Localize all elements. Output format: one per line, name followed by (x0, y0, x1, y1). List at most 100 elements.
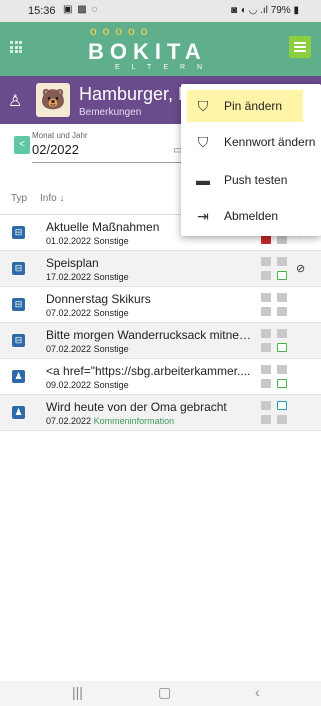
read-icon (277, 271, 287, 280)
child-name: Hamburger, P (79, 84, 191, 104)
shield-icon: ⛉ (197, 134, 209, 150)
status-box-icon (277, 329, 287, 338)
message-type-icon: ⊟ (12, 334, 25, 347)
read-icon (277, 379, 287, 388)
system-nav-bar: ||| ▢ ‹ (0, 681, 321, 706)
status-box-icon (261, 401, 271, 410)
row-title: Wird heute von der Oma gebracht (46, 400, 227, 414)
row-category: Sonstige (93, 344, 129, 354)
app-logo: ooooo BOKITA ELTERN (80, 24, 240, 74)
status-box-icon (277, 415, 287, 424)
row-meta: 07.02.2022 Kommeninformation (46, 416, 174, 426)
warning-icon (261, 235, 271, 244)
status-box-icon (261, 379, 271, 388)
status-box-icon (277, 235, 287, 244)
status-box-icon (277, 365, 287, 374)
row-title: Bitte morgen Wanderrucksack mitneh... (46, 328, 254, 342)
hamburger-menu-button[interactable] (289, 36, 311, 58)
status-box-icon (261, 329, 271, 338)
row-title: <a href="https://sbg.arbeiterkammer.... (46, 364, 251, 378)
message-type-icon: ⊟ (12, 262, 25, 275)
recent-apps-button[interactable]: ||| (72, 684, 83, 700)
row-category: Sonstige (93, 272, 129, 282)
table-row[interactable]: ⊟ Bitte morgen Wanderrucksack mitneh... … (0, 323, 321, 359)
person-type-icon: ♟ (12, 406, 25, 419)
row-date: 17.02.2022 (46, 272, 92, 282)
table-row[interactable]: ⊟ Speisplan 17.02.2022 Sonstige ⊘ (0, 251, 321, 287)
app-header: ooooo BOKITA ELTERN (0, 22, 321, 76)
column-type: Typ (11, 193, 28, 204)
message-type-icon: ⊟ (12, 226, 25, 239)
logout-icon: ⇥ (197, 208, 209, 224)
row-meta: 17.02.2022 Sonstige (46, 272, 129, 282)
person-type-icon: ♟ (12, 370, 25, 383)
row-title: Aktuelle Maßnahmen (46, 220, 160, 234)
month-year-label: Monat und Jahr (32, 131, 88, 140)
row-category: Sonstige (93, 308, 129, 318)
messages-list: ⊟ Aktuelle Maßnahmen 01.02.2022 Sonstige… (0, 215, 321, 431)
status-box-icon (261, 307, 271, 316)
status-box-icon (261, 343, 271, 352)
status-box-icon (277, 307, 287, 316)
menu-item-abmelden[interactable]: ⇥ Abmelden (181, 200, 321, 232)
settings-dropdown-menu: ⛉ Pin ändern ⛉ Kennwort ändern ▬ Push te… (181, 84, 321, 236)
menu-item-label: Push testen (224, 173, 288, 187)
phone-screen: 15:36 ▣ ▩ ◌ ◙ ◖ ◡ .ıl 79% ▮ ooooo BOKITA… (0, 0, 321, 706)
menu-item-label: Pin ändern (224, 99, 283, 113)
status-box-icon (261, 365, 271, 374)
battery-percent: 79% (270, 5, 291, 16)
menu-item-kennwort-aendern[interactable]: ⛉ Kennwort ändern (181, 126, 321, 158)
row-date: 09.02.2022 (46, 380, 92, 390)
status-bar: 15:36 ▣ ▩ ◌ ◙ ◖ ◡ .ıl 79% ▮ (0, 0, 321, 22)
apps-grid-icon[interactable] (10, 41, 22, 53)
row-title: Speisplan (46, 256, 99, 270)
row-date: 07.02.2022 (46, 416, 92, 426)
chat-icon: ▬ (196, 172, 210, 188)
status-box-icon (277, 257, 287, 266)
logo-faces: ooooo (90, 24, 154, 38)
logo-subtitle: ELTERN (115, 64, 215, 71)
row-date: 07.02.2022 (46, 344, 92, 354)
avatar: 🐻 (36, 83, 70, 117)
row-meta: 09.02.2022 Sonstige (46, 380, 129, 390)
child-settings-icon[interactable]: ♙ (8, 91, 22, 111)
status-box-icon (261, 415, 271, 424)
row-category: Kommeninformation (93, 416, 175, 426)
menu-item-label: Abmelden (224, 209, 279, 223)
column-info-sort[interactable]: Info ↓ (40, 193, 64, 204)
status-box-icon (261, 257, 271, 266)
status-right: ◙ ◖ ◡ .ıl 79% ▮ (231, 5, 299, 16)
menu-item-label: Kennwort ändern (224, 135, 316, 149)
row-date: 07.02.2022 (46, 308, 92, 318)
status-box-icon (261, 271, 271, 280)
battery-icon: ▮ (293, 5, 299, 16)
shield-icon: ⛉ (197, 98, 209, 114)
row-category: Sonstige (93, 380, 129, 390)
table-row[interactable]: ♟ Wird heute von der Oma gebracht 07.02.… (0, 395, 321, 431)
attachment-icon[interactable]: ⊘ (296, 262, 305, 275)
row-meta: 01.02.2022 Sonstige (46, 236, 129, 246)
row-date: 01.02.2022 (46, 236, 92, 246)
status-box-icon (277, 293, 287, 302)
logo-word: BOKITA (88, 39, 207, 64)
menu-item-pin-aendern[interactable]: ⛉ Pin ändern (187, 90, 303, 122)
previous-month-button[interactable]: < (14, 136, 30, 154)
row-meta: 07.02.2022 Sonstige (46, 308, 129, 318)
back-button[interactable]: ‹ (255, 684, 260, 700)
row-category: Sonstige (93, 236, 129, 246)
month-year-input[interactable]: 02/2022 (32, 142, 79, 157)
home-button[interactable]: ▢ (158, 684, 171, 701)
notification-icons: ▣ ▩ ◌ (63, 4, 99, 15)
menu-item-push-testen[interactable]: ▬ Push testen (181, 164, 321, 196)
table-row[interactable]: ♟ <a href="https://sbg.arbeiterkammer...… (0, 359, 321, 395)
signal-icons: ◙ ◖ ◡ .ıl (230, 5, 268, 16)
message-type-icon: ⊟ (12, 298, 25, 311)
status-time: 15:36 (28, 5, 56, 17)
confirmed-icon (277, 401, 287, 410)
row-meta: 07.02.2022 Sonstige (46, 344, 129, 354)
row-title: Donnerstag Skikurs (46, 292, 151, 306)
table-row[interactable]: ⊟ Donnerstag Skikurs 07.02.2022 Sonstige (0, 287, 321, 323)
status-box-icon (261, 293, 271, 302)
profile-subtitle: Bemerkungen (79, 107, 142, 118)
read-icon (277, 343, 287, 352)
